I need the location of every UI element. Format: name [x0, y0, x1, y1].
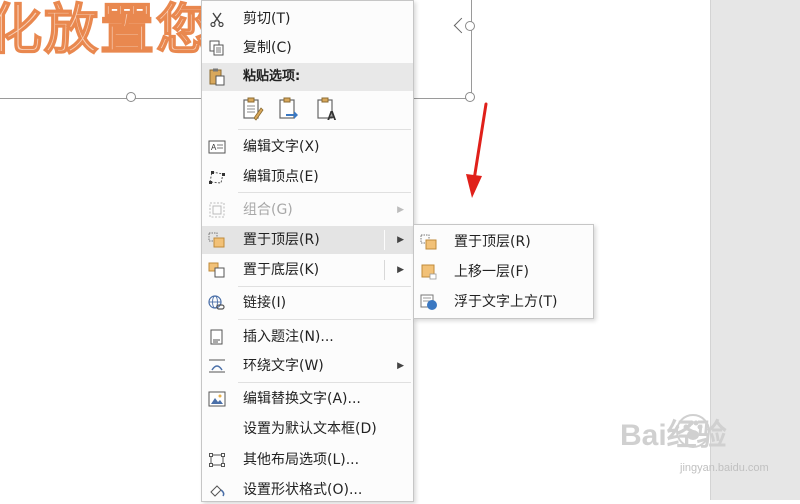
menu-item-more-layout-options[interactable]: 其他布局选项(L)... — [202, 446, 413, 474]
menu-separator — [238, 319, 411, 320]
svg-text:A: A — [327, 108, 337, 122]
insert-caption-icon — [210, 329, 223, 345]
format-shape-icon — [210, 485, 225, 497]
merge-formatting-icon[interactable] — [278, 96, 300, 122]
submenu-arrow-icon: ▶ — [397, 361, 404, 371]
edit-text-icon: A — [208, 140, 226, 154]
menu-item-label: 环绕文字(W) — [243, 358, 324, 374]
menu-item-label: 编辑顶点(E) — [243, 169, 319, 185]
menu-separator — [238, 129, 411, 130]
wrap-text-icon — [209, 359, 225, 373]
bring-to-front-icon — [420, 234, 437, 250]
in-front-of-text-icon — [420, 294, 437, 310]
split-divider — [384, 260, 385, 280]
menu-separator — [238, 192, 411, 193]
menu-item-label: 链接(I) — [243, 295, 287, 311]
menu-item-label: 插入题注(N)... — [243, 329, 334, 345]
menu-item-label: 剪切(T) — [243, 11, 291, 27]
annotation-arrow — [466, 102, 488, 198]
submenu-arrow-icon: ▶ — [397, 205, 404, 215]
menu-item-insert-caption[interactable]: 插入题注(N)... — [202, 323, 413, 351]
submenu-item-bring-to-front[interactable]: 置于顶层(R) — [414, 227, 593, 257]
submenu-item-label: 置于顶层(R) — [454, 234, 531, 250]
menu-item-label: 编辑替换文字(A)... — [243, 391, 361, 407]
menu-separator — [238, 382, 411, 383]
resize-handle-right[interactable] — [465, 21, 475, 31]
menu-item-label: 置于顶层(R) — [243, 232, 320, 248]
send-to-back-icon — [208, 262, 225, 278]
submenu-item-label: 上移一层(F) — [454, 264, 529, 280]
bring-forward-icon — [421, 264, 437, 280]
watermark-url: jingyan.baidu.com — [680, 462, 769, 474]
submenu-item-label: 浮于文字上方(T) — [454, 294, 558, 310]
scissors-icon — [210, 12, 224, 27]
menu-item-label: 编辑文字(X) — [243, 139, 320, 155]
menu-item-label: 置于底层(K) — [243, 262, 320, 278]
menu-item-bring-to-front[interactable]: 置于顶层(R) ▶ — [202, 226, 413, 254]
menu-separator — [238, 286, 411, 287]
menu-item-label: 复制(C) — [243, 40, 292, 56]
copy-icon — [209, 40, 224, 56]
link-icon — [208, 295, 225, 310]
edit-points-icon — [209, 171, 225, 184]
layout-options-icon — [209, 453, 225, 467]
paw-logo-icon — [676, 414, 710, 448]
submenu-arrow-icon[interactable]: ▶ — [397, 256, 404, 284]
menu-item-send-to-back[interactable]: 置于底层(K) ▶ — [202, 256, 413, 284]
arrange-submenu: 置于顶层(R) 上移一层(F) 浮于文字上方(T) — [413, 224, 594, 319]
resize-handle-bottom[interactable] — [126, 92, 136, 102]
menu-item-label: 其他布局选项(L)... — [243, 452, 360, 468]
menu-item-wrap-text[interactable]: 环绕文字(W) ▶ — [202, 352, 413, 380]
split-divider — [384, 230, 385, 250]
menu-item-group[interactable]: 组合(G) ▶ — [202, 196, 413, 224]
menu-item-alt-text[interactable]: 编辑替换文字(A)... — [202, 385, 413, 413]
paste-options-header: 粘贴选项: — [202, 63, 413, 91]
menu-item-label: 设置为默认文本框(D) — [243, 421, 377, 437]
menu-item-link[interactable]: 链接(I) — [202, 289, 413, 317]
watermark-logo-text: Bai经验 — [620, 419, 727, 452]
menu-item-copy[interactable]: 复制(C) — [202, 34, 413, 62]
keep-text-only-icon[interactable]: A — [316, 96, 338, 122]
group-icon — [209, 202, 225, 218]
submenu-item-bring-forward[interactable]: 上移一层(F) — [414, 257, 593, 287]
alt-text-icon — [208, 391, 226, 407]
submenu-arrow-icon[interactable]: ▶ — [397, 226, 404, 254]
bring-to-front-icon — [208, 232, 225, 248]
paste-icon — [209, 68, 225, 86]
paste-options-label: 粘贴选项: — [243, 69, 301, 84]
menu-item-set-default-textbox[interactable]: 设置为默认文本框(D) — [202, 415, 413, 443]
context-menu: 剪切(T) 复制(C) 粘贴选项: A A 编辑文字(X) 编辑顶点(E) 组合… — [201, 0, 414, 502]
svg-text:A: A — [211, 143, 217, 152]
menu-item-cut[interactable]: 剪切(T) — [202, 5, 413, 33]
menu-item-edit-text[interactable]: A 编辑文字(X) — [202, 133, 413, 161]
menu-item-edit-points[interactable]: 编辑顶点(E) — [202, 163, 413, 191]
submenu-item-in-front-of-text[interactable]: 浮于文字上方(T) — [414, 287, 593, 317]
keep-source-formatting-icon[interactable] — [242, 96, 264, 122]
menu-item-label: 组合(G) — [243, 202, 293, 218]
